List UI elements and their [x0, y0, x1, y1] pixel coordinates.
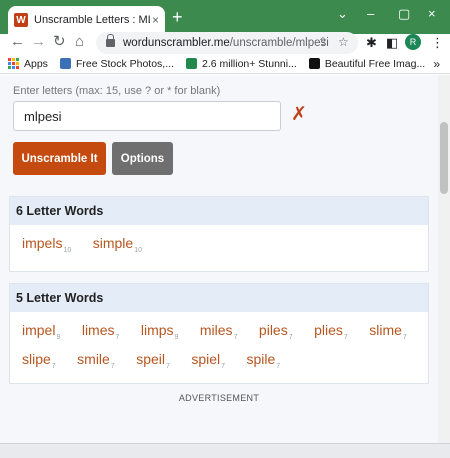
word-score: 7: [288, 333, 293, 341]
word-text: slipe: [22, 350, 51, 367]
word-text: simple: [92, 235, 134, 251]
apps-grid-icon: [8, 58, 19, 69]
word-text: spiel: [191, 350, 221, 367]
bookmark-apps[interactable]: Apps: [8, 58, 48, 70]
word-text: limps: [140, 322, 174, 338]
site-favicon-icon: W: [14, 13, 28, 27]
word-score: 7: [165, 362, 170, 370]
bookmark-label: Beautiful Free Imag...: [324, 57, 426, 70]
word-score: 7: [110, 362, 115, 370]
page-content: Enter letters (max: 15, use ? or * for b…: [0, 75, 438, 443]
pexels-favicon-icon: [185, 58, 197, 69]
lock-icon: [106, 34, 115, 47]
word-text: impels: [22, 235, 63, 251]
word-link[interactable]: slipe7: [22, 351, 56, 370]
word-text: spile: [246, 350, 276, 367]
extensions-puzzle-icon[interactable]: ✱: [366, 35, 377, 51]
stock-photos-favicon-icon: [59, 58, 71, 69]
word-score: 7: [276, 362, 281, 370]
bookmarks-bar: Apps Free Stock Photos,... 2.6 million+ …: [0, 54, 450, 74]
forward-icon[interactable]: →: [31, 34, 46, 50]
word-score: 7: [115, 333, 120, 341]
word-score: 10: [63, 246, 72, 254]
word-score: 7: [343, 333, 348, 341]
word-text: plies: [314, 322, 343, 338]
word-score: 9: [174, 333, 179, 341]
advertisement-label: ADVERTISEMENT: [178, 393, 260, 403]
word-link[interactable]: smile7: [77, 351, 115, 370]
home-icon[interactable]: ⌂: [75, 34, 84, 50]
url-text: wordunscrambler.me/unscramble/mlpesi: [123, 37, 329, 49]
word-link[interactable]: impel9: [22, 322, 60, 341]
word-link[interactable]: limes7: [82, 322, 120, 341]
word-link[interactable]: slime7: [369, 322, 407, 341]
address-bar[interactable]: wordunscrambler.me/unscramble/mlpesi ⇪ ☆: [96, 32, 358, 54]
profile-avatar[interactable]: R: [405, 34, 421, 50]
word-text: limes: [81, 322, 115, 338]
word-score: 9: [56, 333, 61, 341]
word-link[interactable]: plies7: [314, 322, 348, 341]
word-link[interactable]: impels10: [22, 235, 71, 254]
word-list: impels10 simple10: [10, 225, 428, 264]
browser-tab[interactable]: W Unscramble Letters : MLPESI To F ×: [8, 6, 165, 34]
more-bookmarks-icon[interactable]: »: [433, 57, 440, 71]
word-link[interactable]: speil7: [136, 351, 170, 370]
share-icon[interactable]: ⇪: [318, 35, 328, 49]
letters-input[interactable]: [13, 101, 281, 131]
five-letter-words-panel: 5 Letter Words impel9 limes7 limps9 mile…: [9, 283, 429, 384]
letters-input-label: Enter letters (max: 15, use ? or * for b…: [13, 85, 221, 97]
new-tab-button[interactable]: +: [172, 8, 183, 26]
tab-title: Unscramble Letters : MLPESI To F: [34, 14, 150, 26]
word-link[interactable]: limps9: [141, 322, 179, 341]
side-panel-icon[interactable]: ◧: [386, 35, 398, 51]
bookmark-stunning-images[interactable]: 2.6 million+ Stunni...: [185, 57, 297, 70]
word-score: 7: [221, 362, 226, 370]
url-domain: wordunscrambler.me: [123, 37, 230, 49]
word-link[interactable]: spile7: [247, 351, 281, 370]
word-list: impel9 limes7 limps9 miles7 piles7 plies…: [10, 312, 428, 380]
back-icon[interactable]: ←: [10, 34, 25, 50]
bookmark-beautiful-free-images[interactable]: Beautiful Free Imag...: [308, 57, 426, 70]
word-text: slime: [369, 322, 402, 338]
browser-toolbar: ← → ↻ ⌂ wordunscrambler.me/unscramble/ml…: [0, 32, 450, 54]
six-letter-words-panel: 6 Letter Words impels10 simple10: [9, 196, 429, 272]
word-link[interactable]: piles7: [259, 322, 293, 341]
tab-close-icon[interactable]: ×: [152, 13, 159, 27]
section-title: 6 Letter Words: [10, 197, 428, 225]
word-score: 7: [51, 362, 56, 370]
scrollbar-thumb[interactable]: [440, 122, 448, 194]
word-text: miles: [199, 322, 233, 338]
window-bottom-edge: [0, 443, 450, 458]
reload-icon[interactable]: ↻: [53, 34, 66, 50]
bookmark-label: Apps: [24, 57, 48, 70]
options-button[interactable]: Options: [112, 142, 173, 175]
bookmark-label: Free Stock Photos,...: [75, 57, 174, 70]
close-window-button[interactable]: ×: [428, 6, 436, 21]
word-text: impel: [22, 322, 56, 338]
restore-window-button[interactable]: ▢: [398, 6, 410, 22]
word-link[interactable]: miles7: [200, 322, 238, 341]
menu-icon[interactable]: ⋮: [431, 35, 444, 51]
unsplash-favicon-icon: [308, 58, 320, 69]
word-link[interactable]: simple10: [93, 235, 142, 254]
word-link[interactable]: spiel7: [191, 351, 225, 370]
word-text: speil: [136, 350, 165, 367]
url-path: /unscramble/mlpesi: [229, 37, 329, 49]
word-score: 7: [233, 333, 238, 341]
page-scrollbar[interactable]: [438, 75, 450, 443]
word-score: 10: [134, 246, 142, 254]
word-score: 7: [402, 333, 407, 341]
bookmark-label: 2.6 million+ Stunni...: [201, 57, 297, 70]
minimize-window-button[interactable]: –: [367, 6, 374, 21]
tab-strip: W Unscramble Letters : MLPESI To F × + ⌄…: [0, 0, 450, 34]
unscramble-button[interactable]: Unscramble It: [13, 142, 106, 175]
tab-search-icon[interactable]: ⌄: [337, 6, 348, 22]
word-text: smile: [77, 350, 110, 367]
bookmark-free-stock-photos[interactable]: Free Stock Photos,...: [59, 57, 174, 70]
section-title: 5 Letter Words: [10, 284, 428, 312]
word-text: piles: [258, 322, 288, 338]
bookmark-star-icon[interactable]: ☆: [338, 35, 349, 49]
clear-icon[interactable]: ✗: [291, 105, 307, 125]
